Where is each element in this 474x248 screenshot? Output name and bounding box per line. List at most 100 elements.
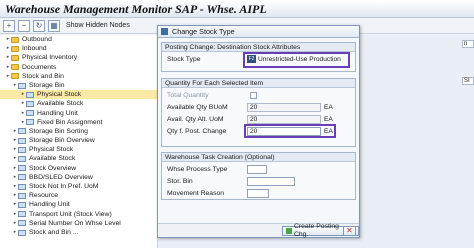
collapse-all-icon[interactable]: − xyxy=(18,19,30,32)
available-qty-buom-field: 20 xyxy=(247,103,321,112)
right-pane-cell: n xyxy=(462,40,474,48)
node-icon xyxy=(18,211,26,218)
check-icon xyxy=(286,228,292,234)
movement-reason-field[interactable] xyxy=(247,189,269,198)
quantity-group: Quantity For Each Selected Item Total Qu… xyxy=(161,78,356,147)
tree-item-label: Outbound xyxy=(22,36,52,43)
tree-item[interactable]: ▸ Stock and Bin ... xyxy=(0,228,157,237)
tree-item-label: Transport Unit (Stock View) xyxy=(29,210,112,218)
tree-item[interactable]: ▸ Inbound xyxy=(0,44,157,53)
refresh-icon[interactable]: ↻ xyxy=(33,19,45,32)
tree-item-label: Inbound xyxy=(22,45,47,53)
tree-item[interactable]: ▸ Transport Unit (Stock View) xyxy=(0,210,157,219)
tree-item[interactable]: ▸ Storage Bin Overview xyxy=(0,136,157,145)
tree-item-label: Physical Stock xyxy=(29,146,74,154)
navigation-tree: ▸ Outbound ▸ Inbound ▸ Physical Inventory ▸ Doc… xyxy=(0,35,158,248)
available-qty-buom-unit: EA xyxy=(324,104,333,111)
tree-item-label: Available Stock xyxy=(37,100,84,108)
tree-item[interactable]: ▸ Resource xyxy=(0,191,157,200)
show-hidden-nodes-icon[interactable]: ▦ xyxy=(48,19,60,32)
folder-icon xyxy=(11,54,19,61)
tree-item[interactable]: ▸ Storage Bin xyxy=(0,81,157,90)
tree-item[interactable]: ▸ Fixed Bin Assignment xyxy=(0,118,157,127)
available-qty-alt-field: 20 xyxy=(247,115,321,124)
right-pane-cell: SI xyxy=(462,77,474,85)
stock-type-field[interactable]: F2 xyxy=(247,55,256,63)
close-icon: ✕ xyxy=(346,226,353,235)
tree-item-label: Serial Number On Whse Level xyxy=(29,219,121,227)
stor-bin-label: Stor. Bin xyxy=(167,178,193,185)
node-icon xyxy=(18,183,26,190)
folder-icon xyxy=(11,73,19,80)
node-icon xyxy=(26,91,34,98)
dialog-button-bar: Create Posting Chg. ✕ xyxy=(158,223,359,238)
available-qty-buom-label: Available Qty BUoM xyxy=(167,104,228,111)
qty-post-change-unit: EA xyxy=(324,128,333,135)
qty-post-change-label: Qty f. Post. Change xyxy=(167,128,227,135)
cancel-button[interactable]: ✕ xyxy=(343,226,356,236)
tree-item[interactable]: ▸ Handling Unit xyxy=(0,200,157,209)
show-hidden-nodes-button[interactable]: Show Hidden Nodes xyxy=(66,22,130,29)
tree-item[interactable]: ▸ Outbound xyxy=(0,35,157,44)
node-icon xyxy=(18,156,26,163)
dialog-titlebar: Change Stock Type xyxy=(158,26,359,38)
qty-post-change-field[interactable]: 20 xyxy=(247,127,321,136)
tree-item-label: Physical Inventory xyxy=(22,54,78,62)
node-icon xyxy=(18,165,26,172)
tree-item-label: Storage Bin Overview xyxy=(29,137,95,145)
stock-type-label: Stock Type xyxy=(167,56,201,63)
available-qty-alt-unit: EA xyxy=(324,116,333,123)
tree-item-label: BBD/SLED Overview xyxy=(29,173,93,181)
node-icon xyxy=(18,201,26,208)
expand-all-icon[interactable]: + xyxy=(3,19,15,32)
tree-item[interactable]: ▸ Stock and Bin xyxy=(0,72,157,81)
tree-item-label: Stock Not In Pref. UoM xyxy=(29,183,99,190)
tree-item-label: Stock and Bin xyxy=(22,72,64,80)
total-quantity-checkbox[interactable] xyxy=(250,92,257,99)
tree-item[interactable]: ▸ Physical Stock xyxy=(0,145,157,154)
tree-item[interactable]: ▸ Physical Stock xyxy=(0,90,157,100)
node-icon xyxy=(18,220,26,227)
tree-item[interactable]: ▸ BBD/SLED Overview xyxy=(0,173,157,182)
total-quantity-label: Total Quantity xyxy=(167,92,209,99)
stor-bin-field[interactable] xyxy=(247,177,295,186)
tree-item-label: Storage Bin xyxy=(29,81,65,89)
node-icon xyxy=(18,146,26,153)
whse-process-type-label: Whse Process Type xyxy=(167,166,228,173)
window-title: Warehouse Management Monitor SAP - Whse.… xyxy=(0,0,474,18)
whse-process-type-field[interactable] xyxy=(247,165,267,174)
folder-icon xyxy=(11,64,19,71)
quantity-group-title: Quantity For Each Selected Item xyxy=(162,79,355,88)
node-icon xyxy=(18,229,26,236)
tree-item[interactable]: ▸ Physical Inventory xyxy=(0,53,157,62)
tree-item-label: Resource xyxy=(29,192,59,200)
node-icon xyxy=(18,174,26,181)
posting-change-group-title: Posting Change: Destination Stock Attrib… xyxy=(162,43,355,52)
stock-type-description: Unrestricted-Use Production xyxy=(258,56,341,63)
tree-item-label: Handling Unit xyxy=(37,109,78,117)
sap-dialog-icon xyxy=(161,28,168,35)
posting-change-group: Posting Change: Destination Stock Attrib… xyxy=(161,42,356,72)
movement-reason-label: Movement Reason xyxy=(167,190,225,197)
tree-item-label: Documents xyxy=(22,63,57,71)
change-stock-type-dialog: Change Stock Type Posting Change: Destin… xyxy=(157,25,360,238)
tree-item-label: Stock Overview xyxy=(29,164,77,172)
tree-item[interactable]: ▸ Documents xyxy=(0,63,157,72)
node-icon xyxy=(26,100,34,107)
available-qty-alt-label: Avail. Qty Alt. UoM xyxy=(167,116,224,123)
tree-item[interactable]: ▸ Available Stock xyxy=(0,154,157,163)
tree-item[interactable]: ▸ Storage Bin Sorting xyxy=(0,127,157,136)
node-icon xyxy=(18,137,26,144)
warehouse-task-group-title: Warehouse Task Creation (Optional) xyxy=(162,153,355,162)
dialog-title: Change Stock Type xyxy=(172,27,235,36)
folder-icon xyxy=(11,45,19,52)
tree-item[interactable]: ▸ Stock Overview xyxy=(0,164,157,173)
tree-item-label: Handling Unit xyxy=(29,201,70,209)
tree-item[interactable]: ▸ Stock Not In Pref. UoM xyxy=(0,182,157,191)
node-icon xyxy=(26,119,34,126)
tree-item-label: Physical Stock xyxy=(37,91,82,99)
tree-item[interactable]: ▸ Serial Number On Whse Level xyxy=(0,219,157,228)
tree-item[interactable]: ▸ Handling Unit xyxy=(0,109,157,118)
tree-item[interactable]: ▸ Available Stock xyxy=(0,99,157,108)
folder-icon xyxy=(11,36,19,43)
